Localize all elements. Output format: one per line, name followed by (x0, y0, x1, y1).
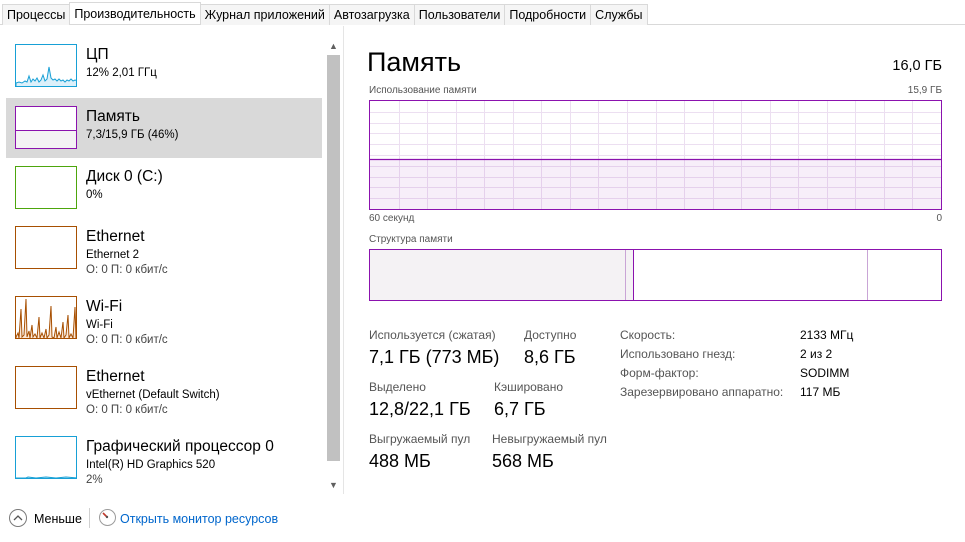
sidebar-item-title: ЦП (86, 46, 109, 63)
speed-value: 2133 МГц (800, 328, 854, 342)
usage-graph-max: 15,9 ГБ (907, 85, 942, 96)
segment-in-use (370, 250, 626, 300)
sidebar-item-cpu[interactable]: ЦП 12% 2,01 ГГц (6, 36, 322, 96)
speed-label: Скорость: (620, 328, 676, 342)
sidebar-item-title: Графический процессор 0 (86, 438, 274, 455)
paged-pool-value: 488 МБ (369, 451, 431, 471)
usage-area (370, 159, 941, 209)
sidebar-item-title: Wi-Fi (86, 298, 123, 315)
memory-usage-graph (369, 100, 942, 210)
sidebar-item-title: Ethernet (86, 228, 145, 245)
sidebar-item-gpu[interactable]: Графический процессор 0 Intel(R) HD Grap… (6, 428, 322, 488)
sidebar-item-ethernet[interactable]: Ethernet Ethernet 2 О: 0 П: 0 кбит/с (6, 218, 322, 278)
slots-value: 2 из 2 (800, 347, 833, 361)
sidebar-item-subtitle: Wi-Fi (86, 319, 113, 331)
sidebar-item-subtitle: 7,3/15,9 ГБ (46%) (86, 129, 179, 141)
page-title: Память (367, 47, 462, 77)
footer-bar: Меньше Открыть монитор ресурсов (0, 494, 965, 542)
tab-performance[interactable]: Производительность (69, 2, 201, 24)
tabs: Процессы Производительность Журнал прило… (2, 2, 648, 25)
structure-label: Структура памяти (369, 234, 453, 245)
graph-time-right: 0 (936, 213, 942, 224)
sidebar-item-title: Память (86, 108, 140, 125)
fewer-details-button[interactable]: Меньше (34, 512, 82, 526)
sidebar-item-disk[interactable]: Диск 0 (C:) 0% (6, 158, 322, 218)
cached-value: 6,7 ГБ (494, 399, 546, 419)
chevron-up-circle-icon[interactable] (9, 509, 27, 527)
sidebar-item-utilization: 2% (86, 474, 103, 486)
wifi-thumbnail-graph (15, 296, 77, 339)
sidebar-scrollbar[interactable]: ▲ ▼ (325, 37, 342, 494)
sidebar-item-memory[interactable]: Память 7,3/15,9 ГБ (46%) (6, 98, 322, 158)
sidebar-item-subtitle: vEthernet (Default Switch) (86, 389, 220, 401)
memory-thumbnail-graph (15, 106, 77, 149)
slots-label: Использовано гнезд: (620, 347, 736, 361)
sidebar-item-title: Ethernet (86, 368, 145, 385)
available-label: Доступно (524, 328, 577, 342)
tab-services[interactable]: Службы (590, 4, 648, 25)
sidebar-item-throughput: О: 0 П: 0 кбит/с (86, 404, 168, 416)
open-resource-monitor-link[interactable]: Открыть монитор ресурсов (120, 512, 278, 526)
memory-total: 16,0 ГБ (892, 58, 942, 74)
cpu-thumbnail-graph (15, 44, 77, 87)
memory-detail-pane: Память 16,0 ГБ Использование памяти 15,9… (344, 26, 965, 494)
resource-list: ЦП 12% 2,01 ГГц Память 7,3/15,9 ГБ (46%)… (0, 26, 343, 494)
segment-modified (626, 250, 634, 300)
ethernet-thumbnail-graph (15, 226, 77, 269)
usage-graph-label: Использование памяти (369, 85, 477, 96)
cached-label: Кэшировано (494, 380, 564, 394)
committed-value: 12,8/22,1 ГБ (369, 399, 471, 419)
sidebar-item-vethernet[interactable]: Ethernet vEthernet (Default Switch) О: 0… (6, 358, 322, 418)
tab-app-history[interactable]: Журнал приложений (199, 4, 330, 25)
sidebar-item-wifi[interactable]: Wi-Fi Wi-Fi О: 0 П: 0 кбит/с (6, 288, 322, 348)
memory-composition-bar (369, 249, 942, 301)
paged-pool-label: Выгружаемый пул (369, 432, 471, 446)
sidebar-item-subtitle: Ethernet 2 (86, 249, 140, 261)
form-factor-label: Форм-фактор: (620, 366, 699, 380)
scroll-down-icon[interactable]: ▼ (325, 478, 342, 492)
segment-free (868, 250, 941, 300)
graph-time-left: 60 секунд (369, 213, 415, 224)
tab-startup[interactable]: Автозагрузка (328, 4, 415, 25)
form-factor-value: SODIMM (800, 366, 850, 380)
hardware-reserved-value: 117 МБ (800, 385, 841, 399)
committed-label: Выделено (369, 380, 426, 394)
footer-separator (89, 508, 90, 528)
segment-standby (634, 250, 868, 300)
scroll-thumb[interactable] (327, 55, 340, 461)
tab-details[interactable]: Подробности (504, 4, 592, 25)
tab-bar: Процессы Производительность Журнал прило… (0, 0, 965, 25)
tab-users[interactable]: Пользователи (413, 4, 506, 25)
resource-monitor-icon[interactable] (99, 509, 116, 526)
in-use-label: Используется (сжатая) (369, 328, 496, 342)
sidebar-item-subtitle: Intel(R) HD Graphics 520 (86, 459, 216, 471)
nonpaged-pool-value: 568 МБ (492, 451, 554, 471)
sidebar-item-throughput: О: 0 П: 0 кбит/с (86, 334, 168, 346)
scroll-up-icon[interactable]: ▲ (325, 39, 342, 53)
disk-thumbnail-graph (15, 166, 77, 209)
tab-processes[interactable]: Процессы (2, 4, 71, 25)
vethernet-thumbnail-graph (15, 366, 77, 409)
hardware-reserved-label: Зарезервировано аппаратно: (620, 385, 784, 399)
sidebar-item-title: Диск 0 (C:) (86, 168, 163, 185)
in-use-value: 7,1 ГБ (773 МБ) (369, 347, 500, 367)
sidebar-item-throughput: О: 0 П: 0 кбит/с (86, 264, 168, 276)
sidebar-item-subtitle: 12% 2,01 ГГц (86, 67, 157, 79)
sidebar-item-subtitle: 0% (86, 189, 103, 201)
nonpaged-pool-label: Невыгружаемый пул (492, 432, 607, 446)
gpu-thumbnail-graph (15, 436, 77, 479)
available-value: 8,6 ГБ (524, 347, 576, 367)
